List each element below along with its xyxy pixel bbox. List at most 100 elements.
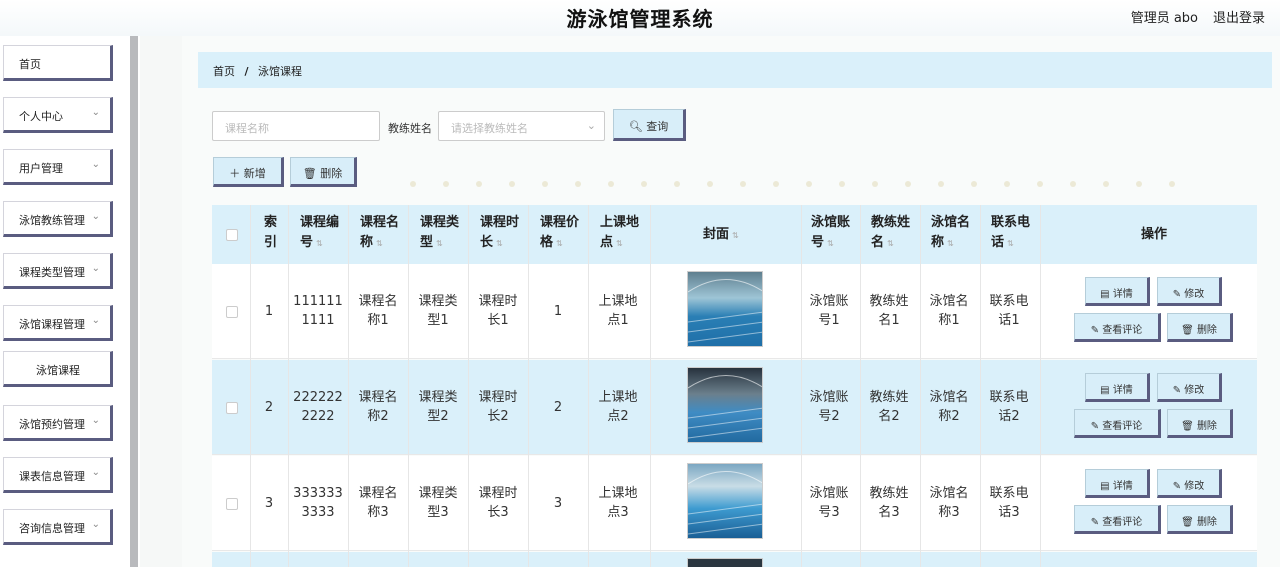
column-header-name[interactable]: 课程名称 ⇅ [360,213,399,254]
sidebar-item[interactable]: 泳馆预约管理 ⌄ [3,405,113,441]
column-header-type[interactable]: 课程类型 ⇅ [420,213,459,254]
view-comments-button[interactable]: ✎ 查看评论 [1074,313,1161,342]
sort-icon: ⇅ [1007,239,1014,248]
detail-button[interactable]: ▤ 详情 [1085,373,1150,402]
table-row: 3 333333 3333 课程名 称3 课程类 型3 课程时 长3 3 上课地 点3 泳馆账 号3 教练姓… [212,456,1257,551]
cell-line: 1111 [301,313,335,328]
chevron-down-icon: ⌄ [91,211,100,222]
cell-line: 泳馆账 [809,390,849,405]
row-checkbox[interactable] [226,498,238,510]
cell-place: 上课地 点3 [588,484,648,522]
sidebar-item[interactable]: 课程类型管理 ⌄ [3,253,113,289]
table-header: 索引课程编号 ⇅ 课程名称 ⇅ 课程类型 ⇅ 课程时长 ⇅ 课程价格 ⇅ 上课地点 ⇅ 泳馆账号 ⇅ 教练姓… [212,205,1257,264]
cell-line: 名1 [878,313,900,328]
cell-coach: 教练姓 名3 [859,484,919,522]
column-header-account[interactable]: 泳馆账号 ⇅ [811,213,850,254]
sidebar-item[interactable]: 首页 [3,45,113,81]
sidebar-item-label: 用户管理 [19,162,63,175]
column-header-coach[interactable]: 教练姓名 ⇅ [871,213,910,254]
batch-delete-button[interactable]: 🗑︎ 删除 [290,157,357,187]
column-header-place[interactable]: 上课地点 ⇅ [600,213,639,254]
row-checkbox[interactable] [226,402,238,414]
column-header-line: 教练姓 [871,215,911,230]
row-delete-button[interactable]: 🗑︎ 删除 [1167,313,1233,342]
sidebar-item[interactable]: 课表信息管理 ⌄ [3,457,113,493]
column-header-line: 封面 [703,227,730,242]
edit-button[interactable]: ✎ 修改 [1157,277,1222,306]
sidebar-item[interactable]: 泳馆课程管理 ⌄ [3,305,113,341]
cell-line: 222222 [293,390,343,405]
cover-image[interactable] [687,463,763,539]
sidebar-item-label: 泳馆教练管理 [19,214,85,227]
cell-venue: 泳馆名 称1 [919,292,979,330]
edit-button[interactable]: ✎ 修改 [1157,469,1222,498]
cell-line: 333333 [293,486,343,501]
decoration-dot [1136,181,1142,187]
decoration-dot [938,181,944,187]
query-button[interactable]: 🔍︎ 查询 [613,109,686,141]
sidebar-item[interactable]: 咨询信息管理 ⌄ [3,509,113,545]
pool-image [688,471,762,535]
column-header-line: 课程时 [480,215,520,230]
column-header-duration[interactable]: 课程时长 ⇅ [480,213,519,254]
edit-icon: ✎ [1172,289,1185,300]
cell-line: 泳馆名 [929,486,969,501]
cover-image[interactable] [687,367,763,443]
cell-line: 称1 [367,313,389,328]
app-title: 游泳馆管理系统 [566,7,714,31]
row-checkbox[interactable] [226,306,238,318]
view-comments-button[interactable]: ✎ 查看评论 [1074,505,1161,534]
cell-venue: 泳馆名称2 [919,388,979,426]
add-button[interactable]: ＋ 新增 [213,157,284,187]
cell-phone: 联系电 话3 [979,484,1039,522]
column-header-index[interactable]: 索引 [264,213,277,253]
cell-account: 泳馆账 号2 [799,388,859,426]
cover-image[interactable] [687,271,763,347]
column-header-line: 号 [811,235,825,250]
edit-button-label: 修改 [1184,385,1205,396]
cell-line: 教练姓 [869,486,909,501]
cell-account: 泳馆账 号1 [799,292,859,330]
view-comments-button-label: 查看评论 [1102,517,1143,528]
cell-line: 称2 [938,409,960,424]
cell-name: 课程名 称3 [348,484,408,522]
chevron-down-icon: ⌄ [91,107,100,118]
column-header-code[interactable]: 课程编号 ⇅ [300,213,339,254]
cell-code: 111111 1111 [288,292,348,330]
cell-place: 上课地 点2 [588,388,648,426]
column-header-venue[interactable]: 泳馆名称 ⇅ [931,213,970,254]
sidebar-item[interactable]: 泳馆教练管理 ⌄ [3,201,113,237]
detail-button[interactable]: ▤ 详情 [1085,469,1150,498]
view-comments-button[interactable]: ✎ 查看评论 [1074,409,1161,438]
logout-link[interactable]: 退出登录 [1213,7,1265,26]
detail-button[interactable]: ▤ 详情 [1085,277,1150,306]
row-delete-button-label: 删除 [1196,421,1217,432]
edit-button-label: 修改 [1184,481,1205,492]
cover-image[interactable] [687,558,763,567]
sidebar-item[interactable]: 泳馆课程 [3,351,113,387]
sort-icon: ⇅ [887,239,894,248]
coach-name-label: 教练姓名 [388,122,432,135]
cell-line: 泳馆名 [929,390,969,405]
sort-icon: ⇅ [827,239,834,248]
column-divider [348,205,349,567]
row-delete-button[interactable]: 🗑︎ 删除 [1167,505,1233,534]
column-header-phone[interactable]: 联系电话 ⇅ [991,213,1030,254]
cell-coach: 教练姓 名1 [859,292,919,330]
coach-name-select[interactable]: 请选择教练姓名 ⌄ [438,111,605,141]
cell-line: 称3 [367,505,389,520]
decoration-dot [443,181,449,187]
column-header-price[interactable]: 课程价格 ⇅ [540,213,579,254]
decoration-dot [872,181,878,187]
edit-icon: ✎ [1090,517,1103,528]
sidebar-scrollbar[interactable] [130,36,138,567]
select-all-checkbox[interactable] [226,229,238,241]
sidebar-item[interactable]: 用户管理 ⌄ [3,149,113,185]
row-delete-button[interactable]: 🗑︎ 删除 [1167,409,1233,438]
column-header-line: 型 [420,235,434,250]
breadcrumb-home[interactable]: 首页 [213,65,235,78]
column-header-cover[interactable]: 封面 ⇅ [703,225,739,246]
edit-button[interactable]: ✎ 修改 [1157,373,1222,402]
course-name-search-input[interactable]: 课程名称 [212,111,380,141]
sidebar-item[interactable]: 个人中心 ⌄ [3,97,113,133]
